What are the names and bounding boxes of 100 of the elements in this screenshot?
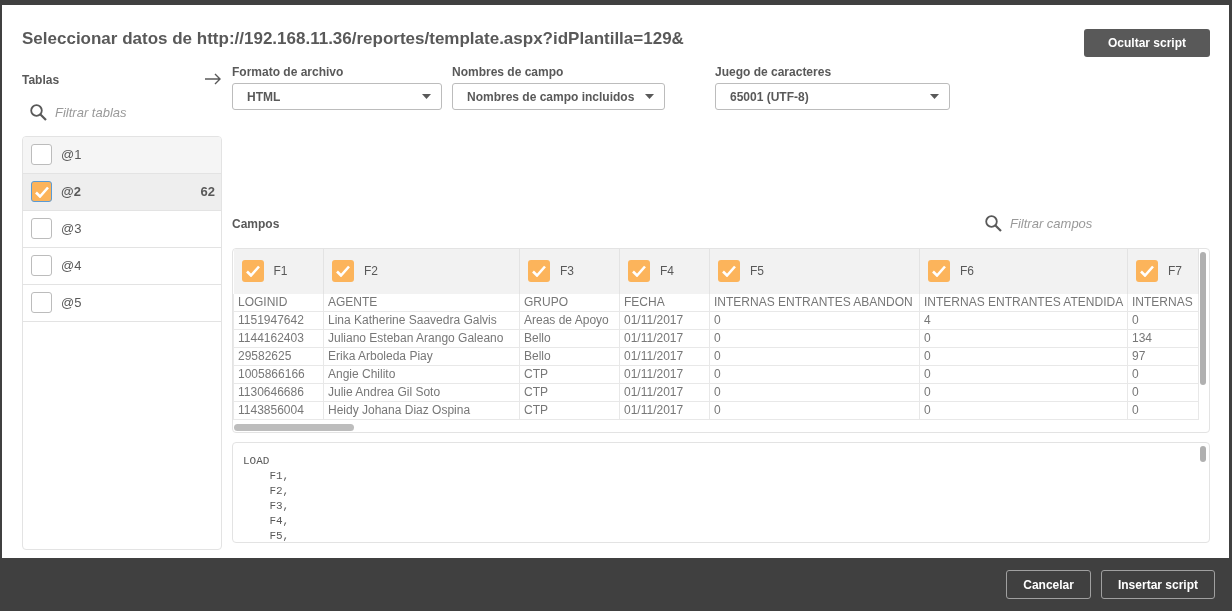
option-label: Formato de archivo — [232, 64, 345, 81]
check-icon — [722, 265, 736, 277]
table-name: @4 — [61, 256, 83, 275]
table-item[interactable]: @2 62 — [23, 173, 221, 211]
table-cell: Areas de Apoyo — [519, 311, 620, 330]
table-cell: 1130646686 — [233, 383, 324, 402]
checkbox[interactable] — [31, 292, 52, 313]
cancel-button[interactable]: Cancelar — [1006, 570, 1091, 599]
table-cell: INTERNAS ENTRANTES ATENDIDA — [919, 293, 1128, 312]
table-item[interactable]: @5 — [23, 284, 221, 322]
field-name: F7 — [1168, 263, 1182, 280]
table-cell: CTP — [519, 401, 620, 420]
scrollbar[interactable] — [234, 423, 354, 431]
option-label: Juego de caracteres — [715, 64, 833, 81]
check-icon — [1140, 265, 1154, 277]
table-cell: Julie Andrea Gil Soto — [323, 383, 520, 402]
checkbox[interactable] — [31, 255, 52, 276]
table-cell: 01/11/2017 — [619, 383, 710, 402]
table-cell: 0 — [919, 365, 1128, 384]
table-cell: 0 — [709, 401, 920, 420]
table-cell: 0 — [919, 401, 1128, 420]
check-icon — [532, 265, 546, 277]
dropdown[interactable]: Nombres de campo incluidos — [452, 83, 665, 110]
dropdown[interactable]: 65001 (UTF-8) — [715, 83, 950, 110]
table-item[interactable]: @3 — [23, 210, 221, 248]
checkbox[interactable] — [628, 260, 650, 282]
table-cell: FECHA — [619, 293, 710, 312]
search-icon — [30, 104, 47, 122]
table-cell: Erika Arboleda Piay — [323, 347, 520, 366]
insert-script-button[interactable]: Insertar script — [1100, 570, 1215, 599]
check-icon — [34, 185, 49, 198]
table-cell: INTERNAS — [1127, 293, 1199, 312]
table-cell: Lina Katherine Saavedra Galvis — [323, 311, 520, 330]
table-cell: 01/11/2017 — [619, 365, 710, 384]
arrow-icon — [204, 73, 222, 85]
table-cell: 0 — [919, 383, 1128, 402]
table-cell: INTERNAS ENTRANTES ABANDON — [709, 293, 920, 312]
checkbox[interactable] — [241, 260, 264, 282]
table-cell: Juliano Esteban Arango Galeano — [323, 329, 520, 348]
check-icon — [245, 265, 260, 277]
table-cell: 01/11/2017 — [619, 311, 710, 330]
table-cell: AGENTE — [323, 293, 520, 312]
table-cell: 01/11/2017 — [619, 329, 710, 348]
dialog-title: Seleccionar datos de http://192.168.11.36/reportes/template.aspx?idPlantilla=129& — [22, 29, 684, 50]
table-cell: CTP — [519, 383, 620, 402]
checkbox[interactable] — [528, 260, 550, 282]
table-name: @5 — [61, 293, 83, 312]
checkbox[interactable] — [31, 144, 52, 165]
table-cell: Bello — [519, 329, 620, 348]
tables-label: Tablas — [22, 72, 60, 89]
script-editor[interactable]: LOAD F1, F2, F3, F4, F5, — [232, 441, 1210, 543]
script-code: LOAD F1, F2, F3, F4, F5, — [243, 453, 291, 542]
table-cell: 0 — [1127, 365, 1199, 384]
row-count: 62 — [200, 182, 215, 201]
table-cell: 0 — [709, 329, 920, 348]
table-cell: Heidy Johana Diaz Ospina — [323, 401, 520, 420]
table-cell: 4 — [919, 311, 1128, 330]
table-cell: 0 — [709, 365, 920, 384]
checkbox[interactable] — [31, 218, 52, 239]
caret-icon — [930, 94, 939, 99]
hide-script-button[interactable]: Ocultar script — [1084, 29, 1210, 57]
table-cell: 29582625 — [233, 347, 324, 366]
checkbox[interactable] — [31, 181, 52, 202]
table-cell: 0 — [1127, 311, 1199, 330]
search-icon — [985, 215, 1002, 233]
checkbox[interactable] — [1136, 260, 1158, 282]
checkbox[interactable] — [928, 260, 950, 282]
option-label: Nombres de campo — [452, 64, 565, 81]
check-icon — [336, 265, 350, 277]
checkbox[interactable] — [332, 260, 354, 282]
table-cell: 134 — [1127, 329, 1199, 348]
table-name: @1 — [61, 145, 83, 164]
table-item[interactable]: @1 — [23, 136, 221, 174]
table-cell: 1151947642 — [233, 311, 324, 330]
table-cell: Bello — [519, 347, 620, 366]
caret-icon — [645, 94, 654, 99]
table-cell: 1144162403 — [233, 329, 324, 348]
table-cell: 0 — [1127, 401, 1199, 420]
table-cell: 0 — [919, 329, 1128, 348]
table-cell: 0 — [1127, 383, 1199, 402]
check-icon — [932, 265, 946, 277]
table-cell: 0 — [709, 383, 920, 402]
field-name: F6 — [960, 263, 974, 280]
scrollbar[interactable] — [1200, 251, 1206, 385]
table-item[interactable]: @4 — [23, 247, 221, 285]
checkbox[interactable] — [718, 260, 740, 282]
table-cell: Angie Chilito — [323, 365, 520, 384]
check-icon — [632, 265, 646, 277]
table-cell: GRUPO — [519, 293, 620, 312]
scrollbar[interactable] — [1200, 445, 1206, 462]
dropdown[interactable]: HTML — [232, 83, 442, 110]
field-name: F4 — [660, 263, 674, 280]
field-name: F2 — [364, 263, 378, 280]
table-cell: 0 — [709, 311, 920, 330]
table-cell: 01/11/2017 — [619, 347, 710, 366]
field-name: F1 — [273, 263, 288, 280]
fields-label: Campos — [232, 215, 280, 233]
table-cell: 1143856004 — [233, 401, 324, 420]
caret-icon — [422, 94, 431, 99]
table-cell: 1005866166 — [233, 365, 324, 384]
